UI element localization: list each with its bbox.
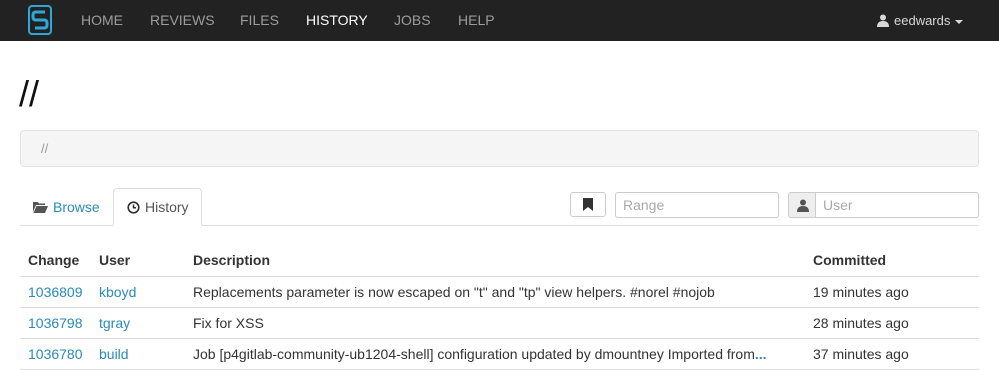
user-link[interactable]: kboyd: [99, 284, 136, 300]
table-row: 1036809 kboyd Replacements parameter is …: [20, 276, 979, 308]
user-input[interactable]: [815, 192, 979, 218]
column-header-user: User: [91, 245, 185, 277]
user-menu[interactable]: eedwards: [877, 0, 964, 41]
change-link[interactable]: 1036809: [28, 284, 83, 300]
user-filter-addon: [788, 192, 816, 218]
history-table: Change User Description Committed 103680…: [20, 245, 979, 370]
nav-history[interactable]: HISTORY: [306, 0, 368, 41]
table-header-row: Change User Description Committed: [20, 245, 979, 277]
folder-open-icon: [33, 202, 48, 213]
caret-down-icon: [955, 19, 964, 24]
tab-browse[interactable]: Browse: [20, 188, 113, 226]
tab-browse-label: Browse: [53, 199, 100, 215]
description-expand-link[interactable]: ...: [755, 346, 767, 362]
page-title: //: [19, 73, 40, 114]
committed-time: 19 minutes ago: [805, 276, 979, 308]
change-description: Replacements parameter is now escaped on…: [193, 283, 715, 300]
user-link[interactable]: build: [99, 346, 129, 362]
tab-history[interactable]: History: [113, 188, 202, 226]
bookmark-icon: [583, 198, 593, 211]
change-description: Job [p4gitlab-community-ub1204-shell] co…: [193, 345, 755, 362]
tab-history-label: History: [145, 199, 189, 215]
clock-icon: [127, 200, 140, 214]
nav-home[interactable]: HOME: [81, 0, 123, 41]
swarm-logo-icon[interactable]: [28, 5, 52, 35]
breadcrumb-path[interactable]: //: [41, 141, 48, 156]
change-link[interactable]: 1036780: [28, 346, 83, 362]
user-icon: [877, 14, 889, 27]
change-link[interactable]: 1036798: [28, 315, 83, 331]
nav-jobs[interactable]: JOBS: [394, 0, 431, 41]
user-link[interactable]: tgray: [99, 315, 130, 331]
user-menu-label: eedwards: [894, 13, 951, 28]
nav-reviews[interactable]: REVIEWS: [150, 0, 215, 41]
table-row: 1036798 tgray Fix for XSS 28 minutes ago: [20, 307, 979, 339]
user-icon: [796, 199, 809, 212]
nav-files[interactable]: FILES: [240, 0, 279, 41]
change-description: Fix for XSS: [193, 314, 264, 331]
column-header-committed: Committed: [805, 245, 979, 277]
committed-time: 28 minutes ago: [805, 307, 979, 339]
column-header-description: Description: [185, 245, 805, 277]
range-input[interactable]: [615, 192, 779, 218]
nav-help[interactable]: HELP: [458, 0, 495, 41]
table-row: 1036780 build Job [p4gitlab-community-ub…: [20, 338, 979, 370]
column-header-change: Change: [20, 245, 91, 277]
bookmark-button[interactable]: [570, 192, 606, 217]
breadcrumb: //: [20, 130, 979, 167]
committed-time: 37 minutes ago: [805, 338, 979, 370]
top-navbar: HOME REVIEWS FILES HISTORY JOBS HELP eed…: [0, 0, 999, 41]
